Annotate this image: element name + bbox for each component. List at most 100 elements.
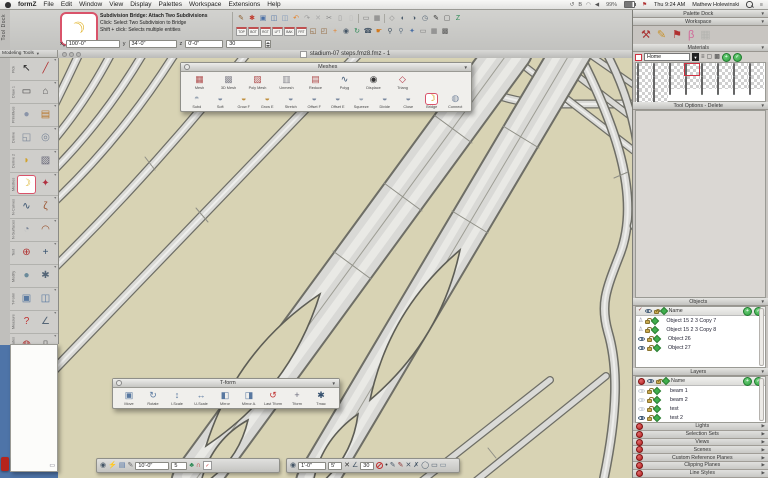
lock-icon[interactable] [647,417,652,421]
tform-tool-button[interactable]: ◨ Mirror A. [237,389,261,406]
eye-icon[interactable] [638,416,645,420]
diamond-icon[interactable] [653,404,661,412]
tool-button-secondary[interactable]: ▤ [36,106,55,125]
eye-icon[interactable] [638,337,645,341]
close-icon[interactable] [116,380,122,386]
plant-icon[interactable]: ♣ [189,462,194,469]
toolbar-icon[interactable]: ✎ [431,13,441,23]
menu-item[interactable]: View [109,1,123,8]
palette-dock-header[interactable]: Palette Dock ▼ [633,10,768,18]
chevron-down-icon[interactable]: ▼ [36,51,40,56]
toolbar-icon[interactable] [383,13,386,23]
eye-column-icon[interactable] [645,309,652,313]
toolbar-icon[interactable]: ▭ [418,26,428,36]
menu-item[interactable]: Window [79,1,102,8]
chevron-right-icon[interactable]: ▶ [762,431,765,437]
mesh-tool-button[interactable]: ▩ 3D Mesh [214,73,243,90]
tool-button-primary[interactable]: ▭ [17,83,36,102]
tform-palette-titlebar[interactable]: T-form ▼ [113,379,339,388]
tool-button-secondary[interactable]: ✦ [36,175,55,194]
workspace-tool-icon[interactable]: ⚑ [672,30,682,41]
workspace-header[interactable]: Workspace ▼ [633,18,768,26]
lock-icon[interactable] [647,338,652,342]
chevron-right-icon[interactable]: ▶ [762,470,765,476]
y-axis-icon[interactable]: ✗ [413,462,419,469]
material-swatch[interactable] [748,76,764,89]
desktop-icon[interactable] [1,457,9,471]
toolbar-icon[interactable] [357,13,360,23]
tool-row-popout-icon[interactable]: ▼ [54,242,57,246]
eye-icon[interactable] [638,407,645,411]
object-row[interactable]: ♙ Object 15 2 3 Copy 8 [636,325,765,334]
view-preset-button[interactable]: TOP [236,27,247,36]
tool-button-primary[interactable]: ▣ [17,290,36,309]
materials-library-select[interactable]: Home [644,53,690,61]
object-row[interactable]: ♙ Object 15 2 3 Copy 7 [636,316,765,325]
toolbar-icon[interactable]: ◑ [409,13,419,23]
chevron-down-icon[interactable]: ▼ [692,53,699,61]
chevron-right-icon[interactable]: ▶ [762,462,765,468]
material-swatch[interactable] [668,63,684,76]
toolbar-icon[interactable]: ▭ [361,13,371,23]
mesh-tool-button[interactable]: ◍ Connect [444,93,468,110]
status-icon[interactable]: ↺ [570,2,575,8]
toolbar-icon[interactable]: ◫ [280,13,290,23]
mesh-tool-button[interactable]: ▤ Reduce [301,73,330,90]
bolt-icon[interactable]: ⚡ [108,462,117,469]
tform-tool-button[interactable]: ◧ Mirror [213,389,237,406]
mesh-tool-button[interactable]: ◒ Squeeze [350,93,374,110]
snap-icon[interactable]: ∩ [196,462,201,469]
layer-row[interactable]: beam 1 [636,386,765,395]
tform-tool-button[interactable]: ✱ Tmac [309,389,333,406]
step-value-field[interactable]: 30 [226,40,262,48]
toolbar-icon[interactable]: ↻ [352,26,362,36]
tool-options-header[interactable]: Tool Options - Delete ▼ [633,102,768,110]
objects-header[interactable]: Objects ▼ [633,298,768,306]
viewport-3d-model[interactable] [58,58,632,478]
mesh-tool-button[interactable]: ☽ Bridge [420,93,444,110]
diamond-column-icon[interactable] [659,307,667,315]
diamond-icon[interactable] [653,334,661,342]
view-cam-icon[interactable]: ▭ [440,462,447,469]
tform-tool-button[interactable]: ↔ U-Scale [189,389,213,406]
eye-icon[interactable] [638,398,645,402]
camera-icon[interactable]: ◉ [290,462,296,469]
tool-button-secondary[interactable]: + [36,244,55,263]
diamond-icon[interactable] [651,325,659,333]
toolbar-icon[interactable]: ▦ [429,26,439,36]
chevron-right-icon[interactable]: ▶ [762,447,765,453]
tool-button-secondary[interactable]: ◠ [36,221,55,240]
eye-column-icon[interactable] [647,379,654,383]
toolbar-icon[interactable]: ⚲ [385,26,395,36]
menu-item[interactable]: Palettes [159,1,183,8]
add-layer-button[interactable]: + [743,377,752,386]
panel-icon[interactable]: ▤ [119,462,126,469]
chevron-down-icon[interactable]: ▼ [761,103,765,108]
mesh-tool-button[interactable]: ◒ Soft [209,93,233,110]
view-preset-button[interactable]: BOT [248,27,259,36]
snap-distance-field[interactable]: 1'-0" [298,462,326,470]
chevron-down-icon[interactable]: ▼ [761,369,765,374]
chevron-down-icon[interactable]: ▼ [761,19,765,24]
material-swatch[interactable] [652,89,668,102]
diamond-icon[interactable] [651,316,659,324]
workspace-tool-icon[interactable]: ⚒ [641,30,651,41]
list-view-icon[interactable]: ≡ [701,54,705,60]
layer-name[interactable]: test 2 [670,415,683,421]
collapsed-palette-bar[interactable]: Selection Sets ▶ [633,431,768,439]
toolbar-icon[interactable]: ▦ [372,13,382,23]
step-stepper[interactable] [265,40,271,48]
tool-row-popout-icon[interactable]: ▼ [54,265,57,269]
grid-view-icon[interactable]: ▩ [714,54,720,60]
tool-button-secondary[interactable]: ◎ [36,129,55,148]
mesh-tool-button[interactable]: ◒ Close [397,93,421,110]
collapsed-palette-bar[interactable]: Scenes ▶ [633,446,768,454]
collapsed-palette-bar[interactable]: Line Styles ▶ [633,470,768,478]
snap-divisions-field[interactable]: 5' [328,462,342,470]
mesh-tool-button[interactable]: ◒ Offset F [303,93,327,110]
tool-button-secondary[interactable]: ╱ [36,60,55,79]
menu-item[interactable]: Extensions [228,1,260,8]
layer-row[interactable]: test 2 [636,413,765,422]
chevron-down-icon[interactable]: ▼ [761,299,765,304]
input-menu-flag-icon[interactable]: ⚑ [642,2,647,8]
